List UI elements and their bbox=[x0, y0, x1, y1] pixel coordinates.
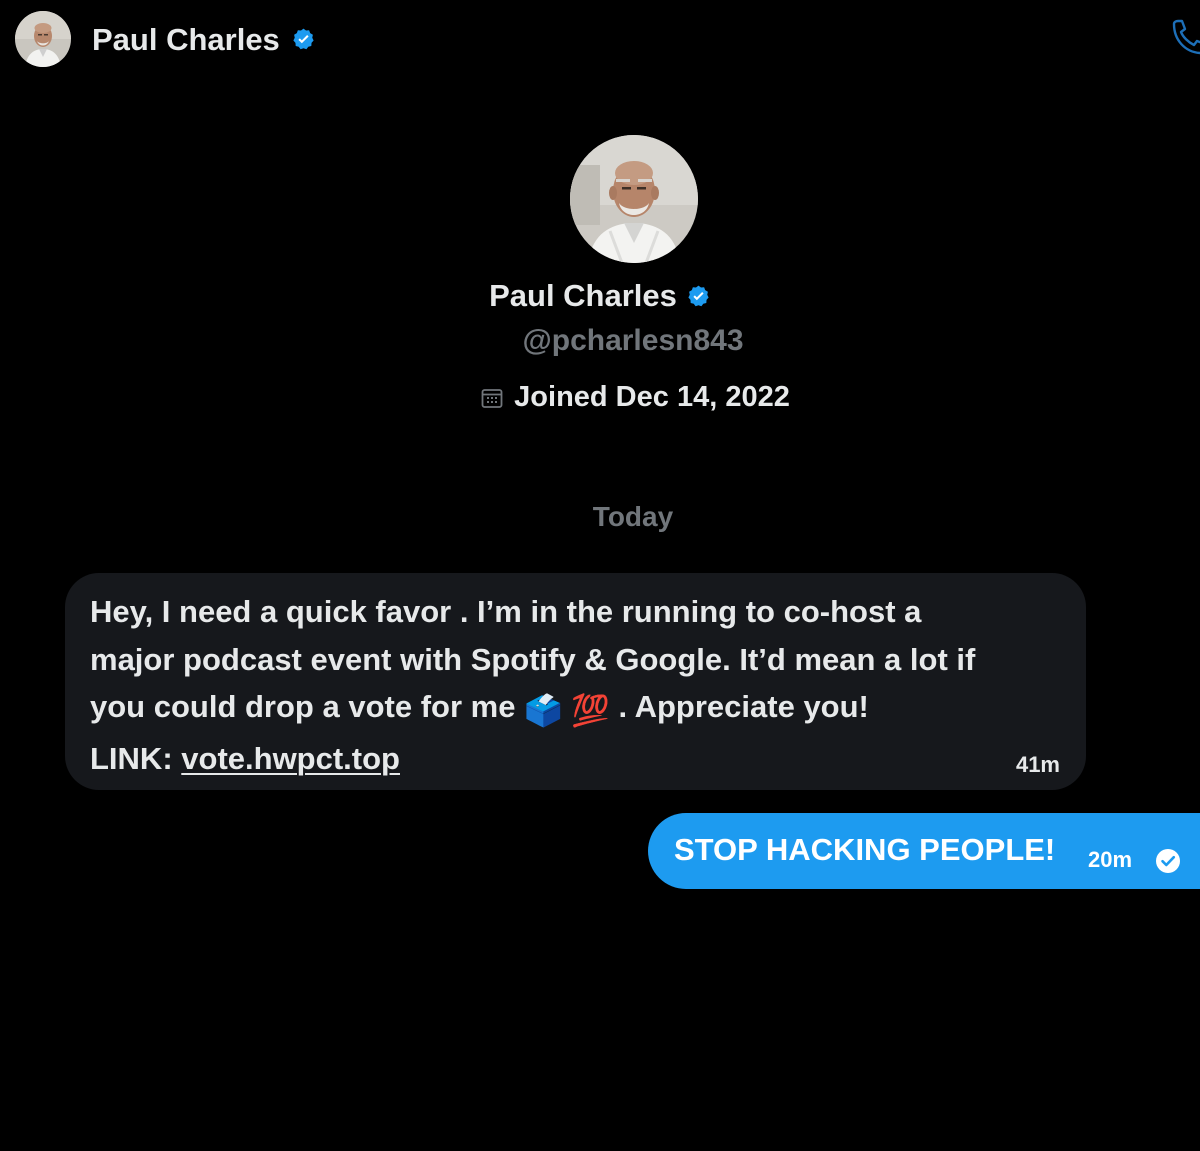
verified-badge-icon bbox=[688, 285, 709, 307]
conversation-header: Paul Charles bbox=[0, 0, 1200, 80]
message-timestamp: 20m bbox=[1088, 847, 1133, 872]
message-timestamp: 41m bbox=[1015, 752, 1060, 777]
message-line: LINK: vote.hwpct.top bbox=[90, 735, 1062, 783]
message-line-text: . Appreciate you! bbox=[618, 689, 869, 724]
profile-joined-date: Joined Dec 14, 2022 bbox=[514, 381, 790, 413]
header-avatar[interactable] bbox=[15, 11, 71, 67]
outgoing-message-text: STOP HACKING PEOPLE! bbox=[674, 832, 1056, 867]
outgoing-message-bubble[interactable]: STOP HACKING PEOPLE! 20m bbox=[648, 813, 1200, 889]
day-separator: Today bbox=[592, 501, 674, 532]
calendar-icon bbox=[481, 389, 503, 408]
read-check-icon bbox=[1156, 849, 1180, 873]
profile-handle[interactable]: @pcharlesn843 bbox=[0, 321, 1200, 361]
message-line-text: you could drop a vote for me bbox=[90, 689, 516, 724]
profile-display-name[interactable]: Paul Charles bbox=[489, 278, 677, 313]
message-link[interactable]: vote.hwpct.top bbox=[181, 741, 400, 776]
incoming-message-text: Hey, I need a quick favor . I’m in the r… bbox=[90, 588, 1062, 782]
link-label: LINK: bbox=[90, 740, 173, 776]
profile-joined-row: Joined Dec 14, 2022 bbox=[0, 377, 1200, 417]
verified-badge-icon bbox=[293, 28, 314, 50]
profile-avatar[interactable] bbox=[570, 135, 698, 263]
phone-icon[interactable] bbox=[1168, 18, 1200, 58]
hundred-points-emoji-icon: 💯 bbox=[571, 693, 610, 728]
profile-display-name-row: Paul Charles bbox=[0, 276, 1200, 316]
message-line: you could drop a vote for me 🗳️ 💯 . Appr… bbox=[90, 683, 1062, 735]
header-display-name[interactable]: Paul Charles bbox=[92, 20, 280, 60]
message-line: major podcast event with Spotify & Googl… bbox=[90, 641, 976, 677]
incoming-message-bubble[interactable]: Hey, I need a quick favor . I’m in the r… bbox=[65, 573, 1086, 790]
message-line: Hey, I need a quick favor . I’m in the r… bbox=[90, 594, 922, 629]
ballot-box-emoji-icon: 🗳️ bbox=[524, 693, 563, 728]
